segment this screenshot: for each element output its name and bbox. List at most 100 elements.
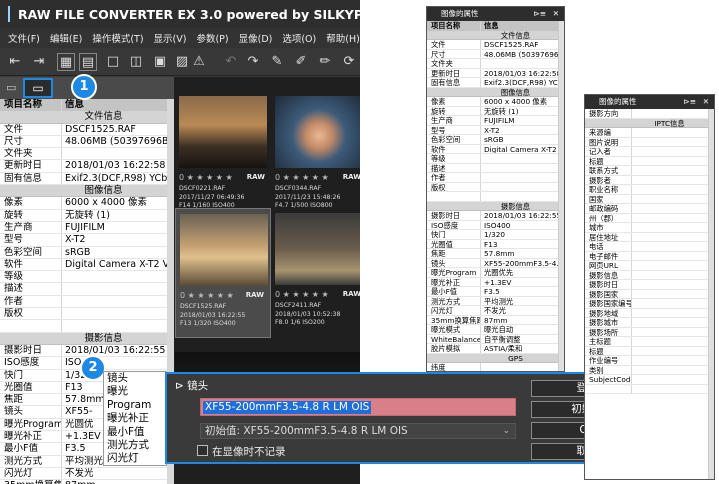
- window-scrollbar[interactable]: [708, 109, 714, 479]
- property-row[interactable]: 摄影信息: [585, 270, 714, 280]
- property-row[interactable]: 居住地址: [585, 232, 714, 242]
- property-row[interactable]: 35mm换算焦距87mm: [427, 315, 564, 325]
- lens-input[interactable]: XF55-200mmF3.5-4.8 R LM OIS: [200, 398, 516, 416]
- property-row[interactable]: [585, 384, 714, 394]
- single-view-icon[interactable]: □: [104, 53, 122, 71]
- thumbnail-card[interactable]: 0 ★ ★ ★ ★ ★ RAW DSCF0221.RAF 2017/11/27 …: [175, 91, 271, 221]
- property-value[interactable]: [632, 252, 714, 261]
- property-row[interactable]: 摄影方向: [585, 109, 714, 119]
- property-value[interactable]: DSCF1525.RAF: [481, 40, 564, 48]
- property-value[interactable]: F3.5: [481, 287, 564, 295]
- property-row[interactable]: 来源编: [585, 128, 714, 138]
- property-value[interactable]: ASTIA/柔和: [481, 344, 564, 352]
- property-value[interactable]: [632, 109, 714, 118]
- property-row[interactable]: 州（郡）: [585, 213, 714, 223]
- property-value[interactable]: FUJIFILM: [62, 222, 167, 233]
- property-value[interactable]: 无旋转 (1): [481, 107, 564, 115]
- menu-parameters[interactable]: 参数(P): [196, 31, 228, 45]
- property-row[interactable]: 镜头 XF55-200mmF3.5-4.8: [427, 258, 564, 268]
- property-row[interactable]: 作者: [427, 173, 564, 183]
- list-item[interactable]: 镜头: [107, 372, 166, 385]
- lens-input-value[interactable]: XF55-200mmF3.5-4.8 R LM OIS: [203, 401, 372, 414]
- property-row[interactable]: 软件 Digital Camera X-T2 Ve: [0, 258, 167, 272]
- property-row[interactable]: 邮政编码: [585, 204, 714, 214]
- property-value[interactable]: [632, 214, 714, 223]
- property-row[interactable]: 闪光灯 不发光: [427, 306, 564, 316]
- property-row[interactable]: 电子邮件: [585, 251, 714, 261]
- property-row[interactable]: 摄影城市: [585, 318, 714, 328]
- property-value[interactable]: [632, 185, 714, 194]
- property-row[interactable]: SubjectCode: [585, 375, 714, 385]
- grid-large-icon[interactable]: ▤: [79, 53, 97, 71]
- property-value[interactable]: [632, 366, 714, 375]
- property-row[interactable]: 联系方式: [585, 166, 714, 176]
- property-value[interactable]: [632, 233, 714, 242]
- property-row[interactable]: 作业编号: [585, 356, 714, 366]
- property-value[interactable]: [481, 192, 564, 201]
- property-value[interactable]: [632, 242, 714, 251]
- property-row[interactable]: 色彩空间 sRGB: [0, 246, 167, 259]
- redo-icon[interactable]: ↷: [244, 53, 262, 71]
- property-row[interactable]: 旋转 无旋转 (1): [0, 209, 167, 222]
- thumbnail-card[interactable]: 0 ★ ★ ★ ★ ★ RAW DSCF0344.RAF 2017/11/23 …: [271, 91, 360, 221]
- rotate-icon[interactable]: ⟳: [340, 53, 358, 71]
- property-value[interactable]: Digital Camera X-T2 Ve: [481, 145, 564, 153]
- property-row[interactable]: 型号 X-T2: [427, 125, 564, 135]
- property-value[interactable]: [481, 363, 564, 371]
- export-icon[interactable]: ⇥: [30, 53, 48, 71]
- property-row[interactable]: 摄影国家: [585, 289, 714, 299]
- comment-tab-icon[interactable]: ▭: [23, 78, 53, 98]
- property-row[interactable]: WhiteBalance 自平衡调整: [427, 334, 564, 344]
- property-row[interactable]: 摄影场所: [585, 327, 714, 337]
- property-row[interactable]: 摄影时日: [585, 280, 714, 290]
- property-row[interactable]: 描述: [427, 163, 564, 173]
- property-row[interactable]: 固有信息 Exif2.3(DCF,R98) YCbCr: [427, 78, 564, 88]
- property-value[interactable]: 57.8mm: [481, 249, 564, 257]
- menu-develop[interactable]: 显像(D): [239, 31, 273, 45]
- grid-view-icon[interactable]: ▦: [57, 53, 75, 71]
- chevron-down-icon[interactable]: ⌄: [502, 424, 510, 438]
- warning-icon[interactable]: ⚠: [190, 53, 208, 71]
- property-row[interactable]: 焦距 57.8mm: [427, 249, 564, 259]
- property-value[interactable]: 6000 x 4000 像素: [62, 197, 167, 208]
- property-row[interactable]: 作者: [0, 295, 167, 309]
- property-value[interactable]: [632, 166, 714, 175]
- property-value[interactable]: [632, 290, 714, 299]
- property-value[interactable]: [632, 356, 714, 365]
- property-value[interactable]: 87mm: [481, 316, 564, 324]
- compare-view-icon[interactable]: ◫: [127, 53, 145, 71]
- property-value[interactable]: [632, 299, 714, 308]
- import-icon[interactable]: ⇤: [6, 53, 24, 71]
- property-value[interactable]: [632, 385, 714, 394]
- property-value[interactable]: 2018/01/03 16:22:55: [62, 345, 167, 356]
- list-item[interactable]: 闪光灯: [107, 452, 166, 465]
- property-row[interactable]: 固有信息 Exif2.3(DCF,R98) YCbCr: [0, 172, 167, 186]
- property-value[interactable]: 光圈优先: [481, 268, 564, 276]
- property-row[interactable]: 网页URL: [585, 261, 714, 271]
- property-row[interactable]: 测光方式 平均测光: [427, 296, 564, 306]
- property-row[interactable]: 旋转 无旋转 (1): [427, 106, 564, 116]
- property-value[interactable]: [62, 271, 167, 282]
- property-row[interactable]: 图片说明: [585, 137, 714, 147]
- menu-options[interactable]: 选项(O): [282, 31, 316, 45]
- property-value[interactable]: X-T2: [481, 126, 564, 134]
- pin-icon[interactable]: ⊳≡: [533, 7, 546, 21]
- property-value[interactable]: 曝光自动: [481, 325, 564, 333]
- property-value[interactable]: [632, 337, 714, 346]
- property-row[interactable]: 主标题: [585, 337, 714, 347]
- property-value[interactable]: FUJIFILM: [481, 116, 564, 124]
- property-value[interactable]: 无旋转 (1): [62, 210, 167, 221]
- rating-stars[interactable]: 0 ★ ★ ★ ★ ★: [179, 173, 233, 182]
- close-icon[interactable]: ✕: [553, 7, 559, 21]
- rating-stars[interactable]: 0 ★ ★ ★ ★ ★: [275, 173, 329, 182]
- property-value[interactable]: [481, 183, 564, 192]
- property-row[interactable]: 软件 Digital Camera X-T2 Ve: [427, 144, 564, 154]
- property-row[interactable]: 尺寸48.06MB (50397696Byte: [427, 49, 564, 59]
- property-row[interactable]: 胶片模拟 ASTIA/柔和: [427, 344, 564, 354]
- property-row[interactable]: 摄影时日 2018/01/03 16:22:55: [427, 211, 564, 221]
- window-scrollbar[interactable]: [558, 21, 564, 371]
- property-value[interactable]: F13: [481, 240, 564, 248]
- property-row[interactable]: [0, 320, 167, 333]
- property-row[interactable]: 电话: [585, 242, 714, 252]
- property-row[interactable]: 职业名称: [585, 185, 714, 195]
